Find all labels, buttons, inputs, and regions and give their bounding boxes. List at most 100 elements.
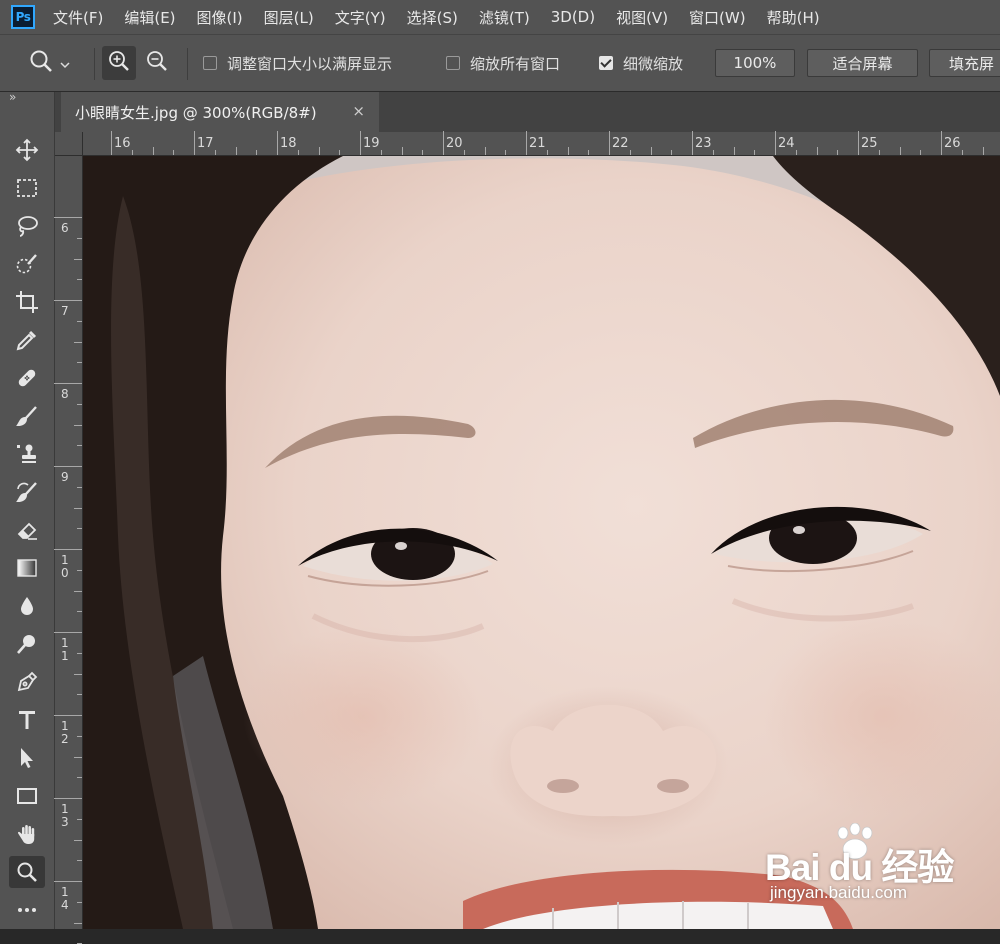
eraser-tool-icon[interactable] <box>9 514 45 546</box>
ruler-minor-tick <box>173 150 175 155</box>
healing-brush-tool-icon[interactable] <box>9 362 45 394</box>
menu-layer[interactable]: 图层(L) <box>264 7 314 28</box>
ruler-label: 24 <box>778 136 795 151</box>
move-tool-icon[interactable] <box>9 134 45 166</box>
zoom-all-windows-label: 缩放所有窗口 <box>470 54 561 73</box>
scrubby-zoom-check[interactable] <box>599 56 613 70</box>
zoom-all-windows-checkbox[interactable]: 缩放所有窗口 <box>446 46 560 80</box>
zoom-tool-icon[interactable] <box>9 856 45 888</box>
lasso-tool-icon[interactable] <box>9 210 45 242</box>
options-divider <box>187 48 188 80</box>
resize-windows-checkbox[interactable]: 调整窗口大小以满屏显示 <box>203 46 392 80</box>
menu-view[interactable]: 视图(V) <box>616 7 668 28</box>
scrubby-zoom-checkbox[interactable]: 细微缩放 <box>599 46 683 80</box>
ruler-minor-tick <box>74 258 82 260</box>
zoom-100-button[interactable]: 100% <box>715 49 795 77</box>
ruler-major-tick <box>54 632 82 633</box>
ruler-label: 22 <box>612 136 629 151</box>
zoom-in-button[interactable] <box>102 46 136 80</box>
menu-window[interactable]: 窗口(W) <box>689 7 746 28</box>
ruler-minor-tick <box>546 150 548 155</box>
ruler-minor-tick <box>77 735 82 737</box>
marquee-tool-icon[interactable] <box>9 172 45 204</box>
zoom-out-button[interactable] <box>140 46 174 80</box>
ruler-minor-tick <box>671 150 673 155</box>
ruler-minor-tick <box>339 150 341 155</box>
ruler-origin[interactable] <box>55 132 83 156</box>
ruler-minor-tick <box>588 150 590 155</box>
ruler-minor-tick <box>77 818 82 820</box>
ruler-major-tick <box>54 798 82 799</box>
ruler-minor-tick <box>961 150 963 155</box>
zoom-all-windows-check[interactable] <box>446 56 460 70</box>
fill-screen-button[interactable]: 填充屏 <box>929 49 1000 77</box>
ruler-minor-tick <box>920 150 922 155</box>
menu-select[interactable]: 选择(S) <box>407 7 458 28</box>
menu-type[interactable]: 文字(Y) <box>335 7 386 28</box>
panel-collapse-icon[interactable]: » <box>9 90 16 104</box>
menu-image[interactable]: 图像(I) <box>197 7 243 28</box>
chevron-down-icon <box>60 54 70 73</box>
more-tools-icon[interactable] <box>9 894 45 926</box>
ruler-minor-tick <box>77 652 82 654</box>
menu-3d[interactable]: 3D(D) <box>551 8 595 26</box>
ruler-label: 7 <box>61 304 69 318</box>
document-tab[interactable]: 小眼睛女生.jpg @ 300%(RGB/8#) × <box>61 92 379 132</box>
horizontal-ruler[interactable]: 16 17 18 19 20 21 22 23 24 25 26 <box>83 131 1000 156</box>
ruler-minor-tick <box>77 362 82 364</box>
ruler-minor-tick <box>878 150 880 155</box>
menu-bar: Ps 文件(F) 编辑(E) 图像(I) 图层(L) 文字(Y) 选择(S) 滤… <box>0 0 1000 34</box>
brush-tool-icon[interactable] <box>9 400 45 432</box>
ruler-minor-tick <box>77 860 82 862</box>
menu-file[interactable]: 文件(F) <box>53 7 103 28</box>
ruler-label: 12 <box>61 719 69 746</box>
zoom-in-icon <box>107 49 131 77</box>
ruler-minor-tick <box>505 150 507 155</box>
blur-tool-icon[interactable] <box>9 590 45 622</box>
type-tool-icon[interactable] <box>9 704 45 736</box>
tool-preset-picker[interactable] <box>28 46 70 80</box>
menu-help[interactable]: 帮助(H) <box>767 7 820 28</box>
ruler-label: 8 <box>61 387 69 401</box>
ruler-minor-tick <box>74 756 82 758</box>
document-tab-bar: 小眼睛女生.jpg @ 300%(RGB/8#) × <box>55 92 1000 132</box>
gradient-tool-icon[interactable] <box>9 552 45 584</box>
ruler-label: 21 <box>529 136 546 151</box>
quick-selection-tool-icon[interactable] <box>9 248 45 280</box>
ruler-label: 20 <box>446 136 463 151</box>
rectangle-tool-icon[interactable] <box>9 780 45 812</box>
vertical-ruler[interactable]: 6 7 8 9 10 11 12 13 14 <box>54 156 83 944</box>
ruler-minor-tick <box>484 147 486 155</box>
ruler-minor-tick <box>712 150 714 155</box>
path-selection-tool-icon[interactable] <box>9 742 45 774</box>
crop-tool-icon[interactable] <box>9 286 45 318</box>
history-brush-tool-icon[interactable] <box>9 476 45 508</box>
ruler-minor-tick <box>629 150 631 155</box>
ruler-label: 14 <box>61 885 69 912</box>
fit-screen-button[interactable]: 适合屏幕 <box>807 49 918 77</box>
close-icon[interactable]: × <box>352 102 365 120</box>
clone-stamp-tool-icon[interactable] <box>9 438 45 470</box>
resize-windows-check[interactable] <box>203 56 217 70</box>
document-canvas[interactable] <box>83 156 1000 929</box>
ruler-minor-tick <box>899 147 901 155</box>
eyedropper-tool-icon[interactable] <box>9 324 45 356</box>
dodge-tool-icon[interactable] <box>9 628 45 660</box>
ruler-minor-tick <box>982 147 984 155</box>
menu-filter[interactable]: 滤镜(T) <box>479 7 530 28</box>
zoom-tool-icon <box>28 48 54 78</box>
ruler-minor-tick <box>463 150 465 155</box>
tools-panel: » <box>0 90 55 929</box>
ruler-label: 9 <box>61 470 69 484</box>
ruler-minor-tick <box>74 341 82 343</box>
ruler-minor-tick <box>77 777 82 779</box>
ruler-label: 18 <box>280 136 297 151</box>
pen-tool-icon[interactable] <box>9 666 45 698</box>
ruler-major-tick <box>54 466 82 467</box>
ruler-label: 23 <box>695 136 712 151</box>
ruler-major-tick <box>858 131 859 155</box>
ruler-minor-tick <box>795 150 797 155</box>
hand-tool-icon[interactable] <box>9 818 45 850</box>
menu-edit[interactable]: 编辑(E) <box>124 7 175 28</box>
ruler-minor-tick <box>422 150 424 155</box>
